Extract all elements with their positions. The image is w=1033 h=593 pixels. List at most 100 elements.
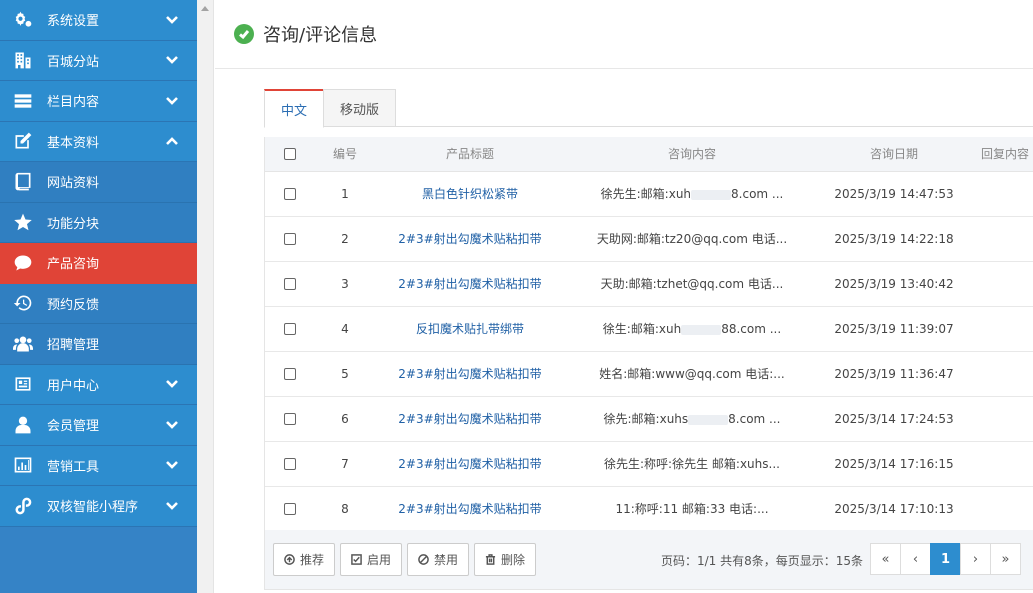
row-checkbox[interactable] [284,323,296,335]
delete-button[interactable]: 删除 [474,543,537,576]
product-title-link[interactable]: 黑白色针织松紧带 [422,187,518,201]
current-page-button[interactable]: 1 [930,543,961,575]
row-checkbox[interactable] [284,368,296,380]
row-checkbox[interactable] [284,413,296,425]
product-title-link[interactable]: 2#3#射出勾魔术贴粘扣带 [398,277,541,291]
row-checkbox[interactable] [284,233,296,245]
column-header-title: 产品标题 [375,137,565,172]
sidebar-item-website-info[interactable]: 网站资料 [0,162,197,203]
disable-button[interactable]: 禁用 [407,543,470,576]
tab-mobile[interactable]: 移动版 [323,89,397,127]
inquiry-content: 徐先生:称呼:徐先生 邮箱:xuhs... [565,441,819,487]
table-footer: 推荐 启用 禁用 删除 页码：1/1 共有8条，每页显示：15条 « ‹ 1 ›… [264,530,1033,590]
table-row: 5 2#3#射出勾魔术贴粘扣带 姓名:邮箱:www@qq.com 电话:... … [265,351,1033,397]
history-icon [11,292,35,314]
sidebar-item-label: 产品咨询 [47,257,100,273]
page-title: 咨询/评论信息 [263,25,378,46]
sidebar-item-product-inquiry[interactable]: 产品咨询 [0,243,197,284]
row-checkbox[interactable] [284,188,296,200]
product-title-link[interactable]: 2#3#射出勾魔术贴粘扣带 [398,502,541,516]
sidebar: 系统设置 百城分站 栏目内容 基本资料 网站资料 功能分块 产品咨询 预约反馈 … [0,0,197,593]
product-title-link[interactable]: 2#3#射出勾魔术贴粘扣带 [398,367,541,381]
inquiry-date: 2025/3/19 11:36:47 [819,351,969,397]
pagination: « ‹ 1 › » [870,543,1021,575]
chevron-down-icon [165,418,179,432]
mini-program-icon [11,495,35,517]
prev-page-button[interactable]: ‹ [900,543,931,575]
sidebar-item-system-settings[interactable]: 系统设置 [0,0,197,41]
sidebar-item-label: 基本资料 [47,135,100,151]
language-tabs: 中文 移动版 [264,89,1033,128]
chevron-down-icon [165,499,179,513]
enable-button[interactable]: 启用 [340,543,403,576]
table-row: 2 2#3#射出勾魔术贴粘扣带 天助网:邮箱:tz20@qq.com 电话...… [265,216,1033,262]
inquiry-date: 2025/3/14 17:24:53 [819,396,969,442]
reply-content [969,486,1033,532]
user-icon [11,414,35,436]
sidebar-item-user-center[interactable]: 用户中心 [0,364,197,405]
chevron-down-icon [165,94,179,108]
product-title-link[interactable]: 反扣魔术贴扎带绑带 [416,322,524,336]
sidebar-item-mini-program[interactable]: 双核智能小程序 [0,486,197,527]
inquiry-content: 天助:邮箱:tzhet@qq.com 电话... [565,261,819,307]
inquiry-content: 11:称呼:11 邮箱:33 电话:... [565,486,819,532]
chevron-down-icon [165,377,179,391]
sidebar-item-label: 营销工具 [47,459,100,475]
row-checkbox[interactable] [284,278,296,290]
sidebar-item-label: 会员管理 [47,419,100,435]
sidebar-item-recruitment[interactable]: 招聘管理 [0,324,197,365]
check-circle-icon [234,24,254,44]
sidebar-item-column-content[interactable]: 栏目内容 [0,81,197,122]
recommend-label: 推荐 [300,553,325,567]
chevron-down-icon [165,458,179,472]
sidebar-item-member-management[interactable]: 会员管理 [0,405,197,446]
sidebar-item-marketing-tools[interactable]: 营销工具 [0,445,197,486]
edit-icon [11,130,35,152]
sidebar-item-label: 系统设置 [47,14,100,30]
sidebar-item-label: 用户中心 [47,378,100,394]
row-checkbox[interactable] [284,458,296,470]
trash-icon [485,554,496,565]
row-id: 3 [315,261,375,307]
inquiry-content: 徐先:邮箱:xuhs 8.com ... [565,396,819,442]
sidebar-item-function-blocks[interactable]: 功能分块 [0,202,197,243]
reply-content [969,396,1033,442]
table-row: 1 黑白色针织松紧带 徐先生:邮箱:xuh 8.com ... 2025/3/19… [265,171,1033,217]
check-square-icon [351,554,362,565]
recommend-button[interactable]: 推荐 [273,543,336,576]
product-title-link[interactable]: 2#3#射出勾魔术贴粘扣带 [398,457,541,471]
chevron-up-icon [165,134,179,148]
product-title-link[interactable]: 2#3#射出勾魔术贴粘扣带 [398,232,541,246]
sidebar-item-label: 百城分站 [47,54,100,70]
first-page-button[interactable]: « [870,543,901,575]
enable-label: 启用 [367,553,392,567]
next-page-button[interactable]: › [960,543,991,575]
id-card-icon [11,373,35,395]
bulk-actions: 推荐 启用 禁用 删除 [273,543,541,576]
sidebar-item-booking-feedback[interactable]: 预约反馈 [0,283,197,324]
column-header-id: 编号 [315,137,375,172]
scrollbar[interactable] [197,0,214,593]
sidebar-item-label: 网站资料 [47,176,100,192]
column-header-date: 咨询日期 [819,137,969,172]
inquiry-date: 2025/3/19 14:22:18 [819,216,969,262]
row-id: 4 [315,306,375,352]
row-id: 1 [315,171,375,217]
inquiry-date: 2025/3/14 17:10:13 [819,486,969,532]
reply-content [969,441,1033,487]
sidebar-item-basic-info[interactable]: 基本资料 [0,121,197,162]
product-title-link[interactable]: 2#3#射出勾魔术贴粘扣带 [398,412,541,426]
gears-icon [11,9,35,31]
scroll-up-arrow-icon[interactable] [201,6,209,11]
chevron-down-icon [165,53,179,67]
building-icon [11,49,35,71]
inquiry-date: 2025/3/14 17:16:15 [819,441,969,487]
sidebar-item-city-stations[interactable]: 百城分站 [0,40,197,81]
row-checkbox[interactable] [284,503,296,515]
tab-chinese[interactable]: 中文 [264,89,325,128]
table-row: 4 反扣魔术贴扎带绑带 徐生:邮箱:xuh 88.com ... 2025/3/1… [265,306,1033,352]
sidebar-item-label: 招聘管理 [47,338,100,354]
last-page-button[interactable]: » [990,543,1021,575]
select-all-checkbox[interactable] [284,148,296,161]
inquiry-content: 徐生:邮箱:xuh 88.com ... [565,306,819,352]
